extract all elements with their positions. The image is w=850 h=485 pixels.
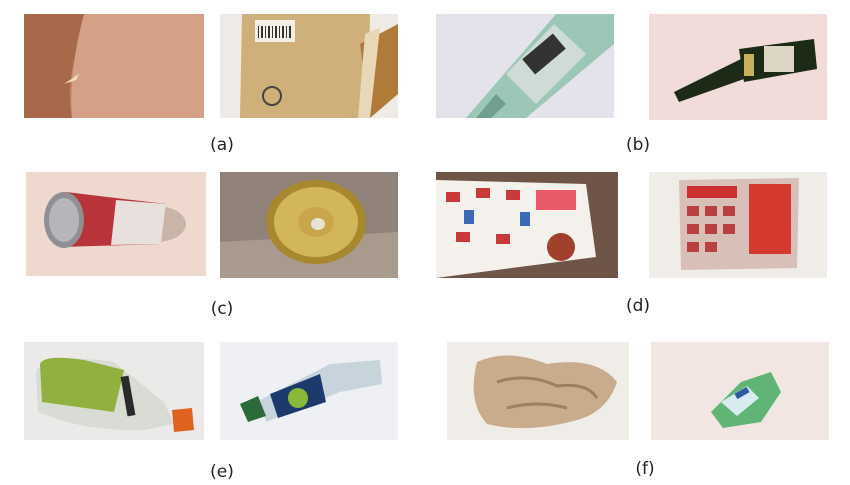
panel-label-b: (b) bbox=[625, 135, 651, 155]
panel-label-f: (f) bbox=[635, 459, 655, 479]
panel-label-e: (e) bbox=[210, 462, 234, 482]
photo-paper-flyer-1 bbox=[436, 172, 618, 278]
photo-metal-lid bbox=[220, 172, 398, 278]
photo-glass-bottle-green bbox=[649, 14, 827, 120]
photo-plastic-bottle-1 bbox=[24, 342, 204, 440]
photo-paper-flyer-2 bbox=[649, 172, 827, 278]
photo-cardboard-sheet bbox=[24, 14, 204, 118]
photo-metal-can bbox=[26, 172, 206, 276]
photo-plastic-bottle-2 bbox=[220, 342, 398, 440]
photo-paper-trash bbox=[447, 342, 629, 440]
panel-label-c: (c) bbox=[210, 299, 234, 319]
panel-label-d: (d) bbox=[625, 296, 651, 316]
panel-label-a: (a) bbox=[210, 135, 234, 155]
photo-plastic-trash bbox=[651, 342, 829, 440]
photo-cardboard-box bbox=[220, 14, 398, 118]
photo-glass-bottle-clear bbox=[436, 14, 614, 118]
